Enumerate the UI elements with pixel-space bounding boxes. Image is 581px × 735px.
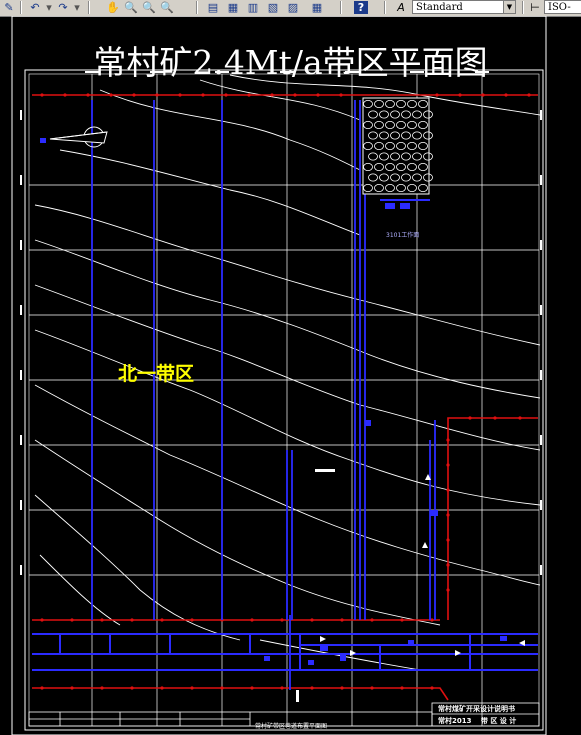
workface-label: 3101工作面 [386, 232, 420, 239]
roadway-markers [40, 138, 507, 665]
dim-style-value: ISO-25 [548, 2, 571, 13]
chevron-down-icon[interactable]: ▼ [503, 1, 515, 13]
toolbar-separator [384, 1, 386, 14]
zoom-previous-icon[interactable]: 🔍 [160, 1, 174, 14]
title-block-line1: 常村煤矿开采设计说明书 [438, 705, 515, 713]
zoom-realtime-icon[interactable]: 🔍 [124, 1, 138, 14]
dim-style-icon[interactable]: ⊢ [528, 1, 542, 14]
pan-icon[interactable]: ✋ [106, 1, 120, 14]
boundary-red-markers [40, 93, 531, 690]
side-coordinate-ticks [20, 110, 542, 575]
annotation-marks [296, 469, 525, 702]
boundary-red-lines [32, 94, 538, 701]
redo-dropdown-icon[interactable]: ▾ [70, 1, 84, 14]
sheet-set-icon[interactable]: ▧ [266, 1, 280, 14]
undo-icon[interactable]: ↶ [28, 1, 42, 14]
help-icon[interactable]: ? [354, 1, 368, 14]
drawing-title: 常村矿2.4Mt/a带区平面图 [93, 43, 488, 82]
toolbar-separator [88, 1, 90, 14]
design-center-icon[interactable]: ▦ [226, 1, 240, 14]
main-roadway-blue-lines [32, 199, 538, 671]
toolbar-separator [522, 1, 524, 14]
goaf-hatch-area [362, 97, 433, 195]
tool-palettes-icon[interactable]: ▥ [246, 1, 260, 14]
title-block-line2: 常村2013 带 区 设 计 [438, 717, 517, 725]
north-arrow [49, 126, 108, 148]
coordinate-grid [29, 74, 539, 726]
markup-icon[interactable]: ▨ [286, 1, 300, 14]
text-style-select[interactable]: Standard ▼ [412, 0, 516, 14]
toolbar-separator [196, 1, 198, 14]
drawing-canvas[interactable]: 常村矿2.4Mt/a带区平面图 北一带区 3101工作面 常村煤矿开采设计说明书… [0, 16, 581, 735]
standard-toolbar: ✎ ↶ ▾ ↷ ▾ ✋ 🔍 🔍 🔍 ▤ ▦ ▥ ▧ ▨ ▦ ? A Standa… [0, 0, 581, 17]
undo-dropdown-icon[interactable]: ▾ [42, 1, 56, 14]
inner-border [28, 73, 540, 727]
drawing-border [24, 69, 544, 731]
text-style-value: Standard [416, 2, 463, 13]
region-label: 北一带区 [118, 363, 195, 385]
zoom-window-icon[interactable]: 🔍 [142, 1, 156, 14]
text-style-icon[interactable]: A [394, 1, 408, 14]
dim-style-select[interactable]: ISO-25 [544, 0, 581, 14]
toolbar-separator [340, 1, 342, 14]
bottom-caption: 常村矿带区巷道布置平面图 [255, 723, 328, 730]
redo-icon[interactable]: ↷ [56, 1, 70, 14]
pencil-icon[interactable]: ✎ [2, 1, 16, 14]
properties-icon[interactable]: ▤ [206, 1, 220, 14]
cad-drawing [11, 16, 547, 735]
toolbar-separator [20, 1, 22, 14]
calculator-icon[interactable]: ▦ [310, 1, 324, 14]
